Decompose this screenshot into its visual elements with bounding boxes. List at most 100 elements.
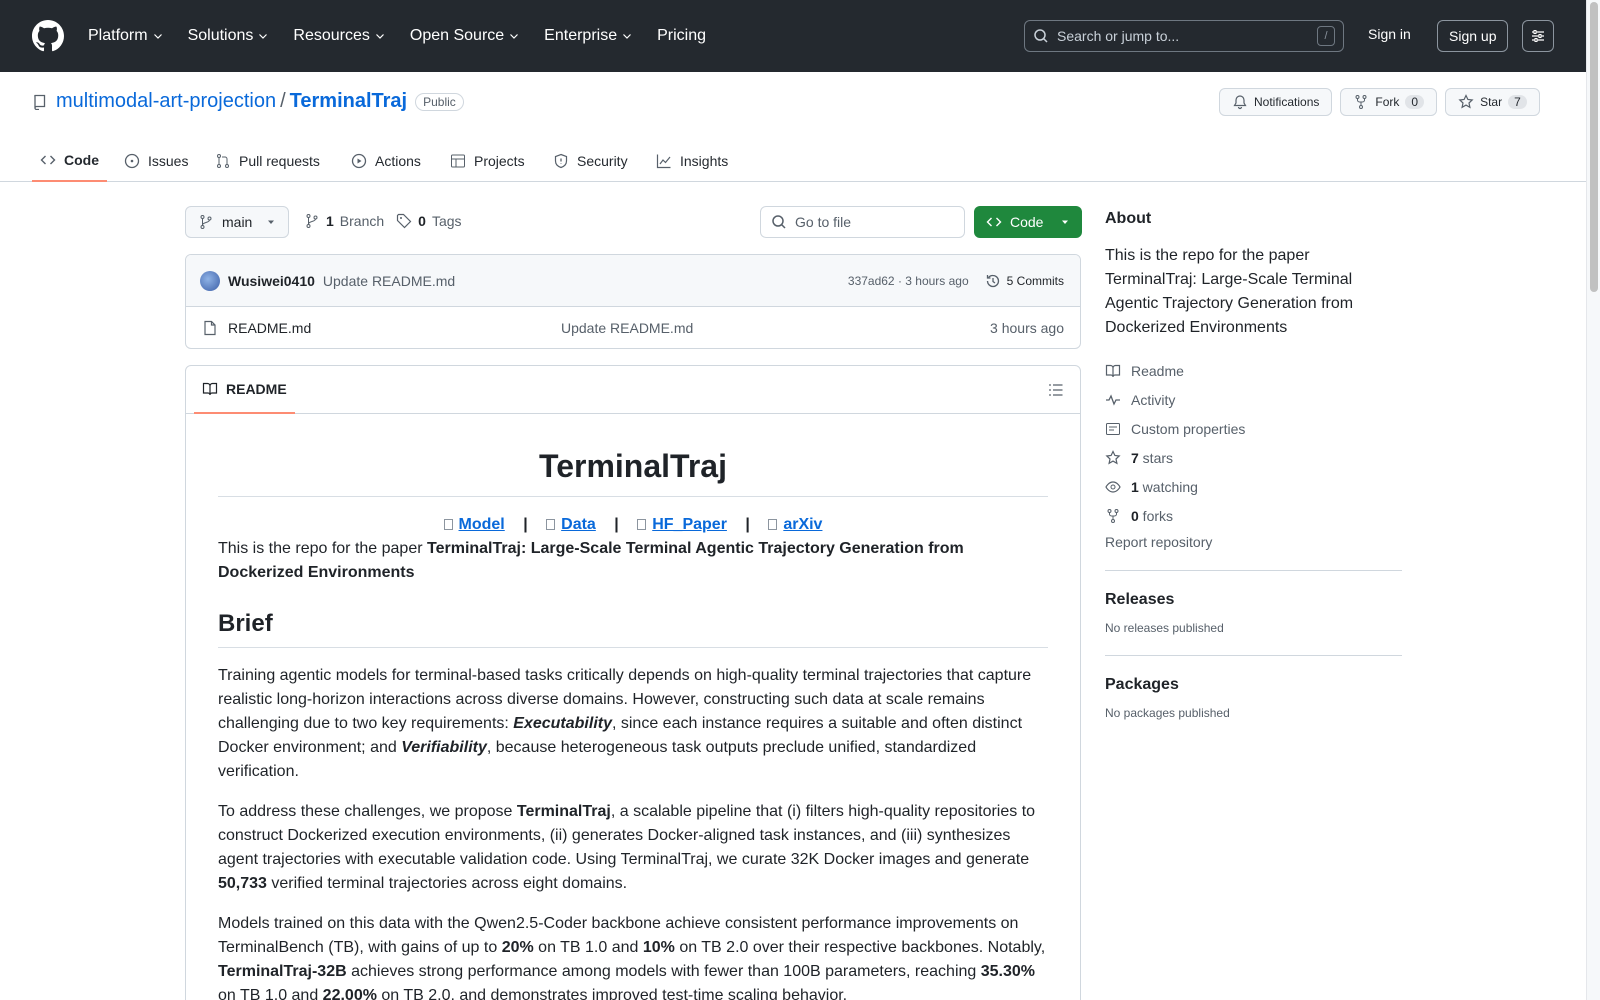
nav-enterprise-label: Enterprise [544, 27, 618, 44]
tab-projects-label: Projects [474, 153, 525, 169]
commit-author[interactable]: Wusiwei0410 [228, 273, 315, 289]
repo-owner-link[interactable]: multimodal-art-projection [56, 90, 276, 113]
nav-enterprise[interactable]: Enterprise [544, 27, 633, 45]
p1-executability: Executability [513, 715, 612, 732]
paper-emoji-icon [637, 519, 647, 531]
pull-request-icon [217, 154, 229, 168]
forks-count: 0 [1131, 507, 1139, 524]
p3-text-k: on TB 2.0, and demonstrates improved tes… [376, 987, 848, 1000]
commit-message[interactable]: Update README.md [323, 273, 455, 289]
about-description: This is the repo for the paper TerminalT… [1105, 247, 1354, 336]
commit-hash-time[interactable]: 337ad62 · 3 hours ago [848, 274, 969, 288]
caret-down-icon [1062, 220, 1068, 224]
sign-up-button[interactable]: Sign up [1437, 20, 1509, 52]
global-search[interactable]: Search or jump to... / [1024, 20, 1344, 52]
readme-tab[interactable]: README [194, 366, 295, 414]
tab-projects[interactable]: Projects [442, 140, 533, 182]
sidebar-item-forks[interactable]: 0 forks [1105, 501, 1402, 530]
branch-selector[interactable]: main [185, 206, 289, 238]
github-logo-icon[interactable] [32, 20, 64, 52]
p3-score-tb2: 22.00% [322, 987, 377, 1000]
nav-resources[interactable]: Resources [293, 27, 385, 45]
avatar[interactable] [200, 270, 220, 291]
sign-in-link[interactable]: Sign in [1368, 26, 1411, 42]
tab-pull-requests[interactable]: Pull requests [207, 140, 328, 182]
watching-label: watching [1138, 478, 1198, 495]
repo-name-link[interactable]: TerminalTraj [290, 90, 407, 113]
code-button-label: Code [1010, 214, 1044, 230]
forks-label: forks [1138, 507, 1174, 524]
arxiv-link[interactable]: arXiv [783, 516, 822, 533]
nav-platform[interactable]: Platform [88, 27, 164, 45]
brief-paragraph-2: To address these challenges, we propose … [218, 800, 1048, 896]
list-icon[interactable] [1048, 382, 1064, 398]
commits-link[interactable]: 5 Commits [985, 273, 1064, 289]
repo-separator: / [280, 90, 286, 112]
branch-label[interactable]: Branch [340, 213, 384, 229]
sidebar-item-stars[interactable]: 7 stars [1105, 443, 1402, 472]
data-link[interactable]: Data [561, 516, 596, 533]
code-icon [40, 155, 56, 165]
page-scrollbar[interactable] [1586, 0, 1600, 1000]
branch-count[interactable]: 1 [326, 213, 334, 229]
packages-title[interactable]: Packages [1105, 676, 1402, 694]
tag-count[interactable]: 0 [418, 213, 426, 229]
latest-commit: Wusiwei0410 Update README.md 337ad62 · 3… [186, 255, 1080, 307]
sidebar-item-watching[interactable]: 1 watching [1105, 472, 1402, 501]
notifications-label: Notifications [1254, 95, 1320, 109]
tab-issues[interactable]: Issues [116, 140, 196, 182]
sidebar-item-readme[interactable]: Readme [1105, 356, 1402, 385]
hf-paper-link[interactable]: HF_Paper [652, 516, 727, 533]
table-row[interactable]: README.md Update README.md 3 hours ago [186, 307, 1080, 348]
chevron-down-icon [623, 34, 632, 39]
chevron-down-icon [259, 34, 268, 39]
p3-gain-tb1: 20% [501, 939, 534, 956]
tab-insights[interactable]: Insights [648, 140, 736, 182]
pulse-icon [1106, 393, 1120, 406]
nav-pricing[interactable]: Pricing [657, 27, 706, 45]
watching-text: 1 watching [1131, 479, 1198, 495]
code-icon [986, 217, 1002, 227]
go-to-file-input[interactable]: Go to file [760, 206, 965, 238]
nav-solutions[interactable]: Solutions [188, 27, 270, 45]
fork-button[interactable]: Fork 0 [1340, 88, 1438, 116]
sidebar-item-activity[interactable]: Activity [1105, 385, 1402, 414]
tab-security[interactable]: Security [545, 140, 636, 182]
tag-label[interactable]: Tags [432, 213, 462, 229]
settings-menu-button[interactable] [1522, 20, 1554, 52]
stars-text: 7 stars [1131, 450, 1173, 466]
about-sidebar: About This is the repo for the paper Ter… [1105, 210, 1402, 720]
code-dropdown-button[interactable]: Code [974, 206, 1082, 238]
star-icon [1458, 94, 1474, 109]
releases-empty: No releases published [1105, 621, 1224, 635]
branch-name: main [222, 214, 253, 230]
nav-open-source[interactable]: Open Source [410, 27, 520, 45]
divider [1105, 570, 1402, 571]
file-name-link[interactable]: README.md [228, 320, 311, 336]
star-icon [1105, 449, 1121, 464]
report-repository-link[interactable]: Report repository [1105, 534, 1402, 550]
sidebar-item-custom-properties[interactable]: Custom properties [1105, 414, 1402, 443]
releases-title[interactable]: Releases [1105, 591, 1402, 609]
p2-text-a: To address these challenges, we propose [218, 803, 517, 820]
file-icon [204, 320, 216, 336]
readme-panel: README TerminalTraj Model | Data | HF_Pa… [185, 365, 1081, 1000]
graph-icon [656, 154, 671, 169]
search-placeholder: Search or jump to... [1057, 28, 1180, 44]
star-button[interactable]: Star 7 [1445, 88, 1540, 116]
tab-pull-requests-label: Pull requests [239, 153, 320, 169]
scrollbar-thumb[interactable] [1590, 2, 1598, 292]
notifications-button[interactable]: Notifications [1219, 88, 1333, 116]
issue-icon [124, 153, 140, 169]
model-link[interactable]: Model [459, 516, 505, 533]
p1-verifiability: Verifiability [401, 739, 487, 756]
tab-actions[interactable]: Actions [343, 140, 429, 182]
arxiv-emoji-icon [768, 519, 778, 531]
sliders-icon [1532, 30, 1544, 42]
link-separator: | [614, 516, 619, 533]
tab-code[interactable]: Code [32, 140, 107, 182]
file-commit-message[interactable]: Update README.md [561, 320, 693, 336]
book-icon [202, 382, 218, 396]
tag-icon [397, 213, 412, 229]
readme-tab-label: README [226, 381, 287, 397]
